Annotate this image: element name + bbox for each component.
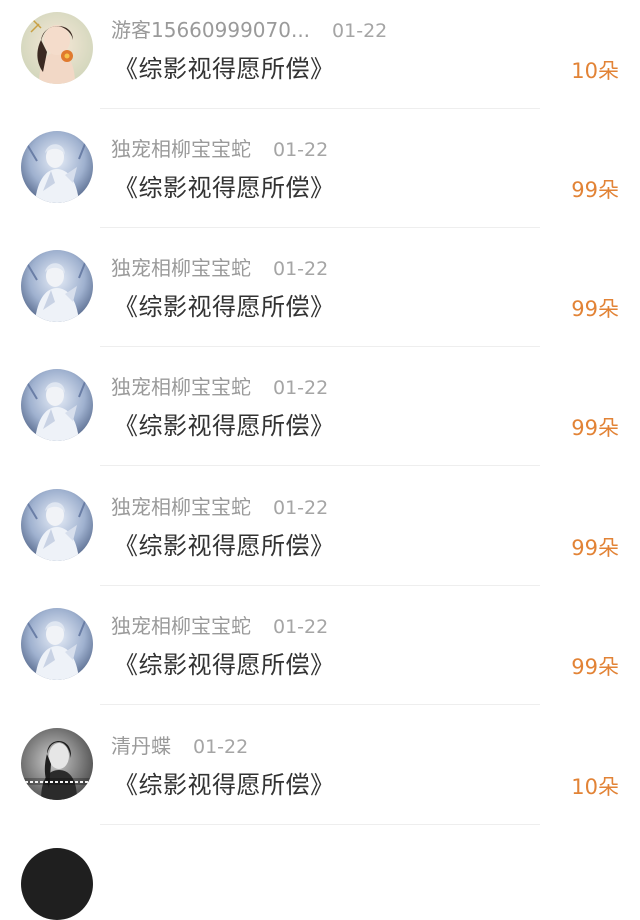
row-divider	[100, 465, 540, 466]
dark-avatar	[21, 848, 93, 920]
sender-name[interactable]: 独宠相柳宝宝蛇	[111, 614, 251, 638]
flower-amount: 99朵	[571, 297, 619, 321]
gift-row[interactable]: 清丹蝶 01-22 《综影视得愿所偿》 10朵	[0, 716, 640, 834]
row-divider	[100, 704, 540, 705]
gift-row[interactable]: 游客15660999070... 01-22 《综影视得愿所偿》 10朵	[0, 0, 640, 118]
flower-amount: 10朵	[571, 775, 619, 799]
woman-with-flower-avatar[interactable]	[21, 12, 93, 84]
book-title[interactable]: 《综影视得愿所偿》	[114, 409, 335, 443]
sender-meta: 独宠相柳宝宝蛇 01-22	[111, 255, 328, 281]
book-title[interactable]: 《综影视得愿所偿》	[114, 290, 335, 324]
book-title[interactable]: 《综影视得愿所偿》	[114, 648, 335, 682]
flower-amount: 99朵	[571, 178, 619, 202]
sender-name[interactable]: 独宠相柳宝宝蛇	[111, 495, 251, 519]
row-divider	[100, 346, 540, 347]
row-divider	[100, 585, 540, 586]
gift-time: 01-22	[273, 497, 329, 519]
sender-meta: 独宠相柳宝宝蛇 01-22	[111, 494, 328, 520]
gift-row[interactable]: 独宠相柳宝宝蛇 01-22 《综影视得愿所偿》 99朵	[0, 477, 640, 595]
sender-name[interactable]: 独宠相柳宝宝蛇	[111, 256, 251, 280]
book-title[interactable]: 《综影视得愿所偿》	[114, 52, 335, 86]
sender-name[interactable]: 清丹蝶	[111, 734, 171, 758]
sender-name[interactable]: 独宠相柳宝宝蛇	[111, 137, 251, 161]
flower-amount: 99朵	[571, 536, 619, 560]
row-divider	[100, 227, 540, 228]
sender-meta: 清丹蝶 01-22	[111, 733, 248, 759]
book-title[interactable]: 《综影视得愿所偿》	[114, 529, 335, 563]
gift-row[interactable]: 独宠相柳宝宝蛇 01-22 《综影视得愿所偿》 99朵	[0, 357, 640, 475]
flower-amount: 99朵	[571, 416, 619, 440]
gift-time: 01-22	[273, 139, 329, 161]
gift-time: 01-22	[332, 20, 388, 42]
gift-row[interactable]: 独宠相柳宝宝蛇 01-22 《综影视得愿所偿》 99朵	[0, 238, 640, 356]
gift-time: 01-22	[273, 258, 329, 280]
sender-meta: 独宠相柳宝宝蛇 01-22	[111, 374, 328, 400]
sender-meta: 游客15660999070... 01-22	[111, 17, 387, 43]
sender-name[interactable]: 独宠相柳宝宝蛇	[111, 375, 251, 399]
flower-amount: 99朵	[571, 655, 619, 679]
book-title[interactable]: 《综影视得愿所偿》	[114, 171, 335, 205]
black-white-portrait-avatar[interactable]	[21, 728, 93, 800]
gift-row[interactable]: 独宠相柳宝宝蛇 01-22 《综影视得愿所偿》 99朵	[0, 596, 640, 714]
book-title[interactable]: 《综影视得愿所偿》	[114, 768, 335, 802]
white-robed-figure-avatar[interactable]	[21, 250, 93, 322]
gift-row-partial	[0, 835, 640, 920]
white-robed-figure-avatar[interactable]	[21, 131, 93, 203]
sender-meta: 独宠相柳宝宝蛇 01-22	[111, 613, 328, 639]
white-robed-figure-avatar[interactable]	[21, 369, 93, 441]
row-divider	[100, 824, 540, 825]
sender-meta: 独宠相柳宝宝蛇 01-22	[111, 136, 328, 162]
gift-time: 01-22	[273, 377, 329, 399]
sender-name[interactable]: 游客15660999070...	[111, 18, 310, 42]
row-divider	[100, 108, 540, 109]
gift-time: 01-22	[273, 616, 329, 638]
white-robed-figure-avatar[interactable]	[21, 489, 93, 561]
gift-time: 01-22	[193, 736, 249, 758]
flower-amount: 10朵	[571, 59, 619, 83]
gift-row[interactable]: 独宠相柳宝宝蛇 01-22 《综影视得愿所偿》 99朵	[0, 119, 640, 237]
white-robed-figure-avatar[interactable]	[21, 608, 93, 680]
